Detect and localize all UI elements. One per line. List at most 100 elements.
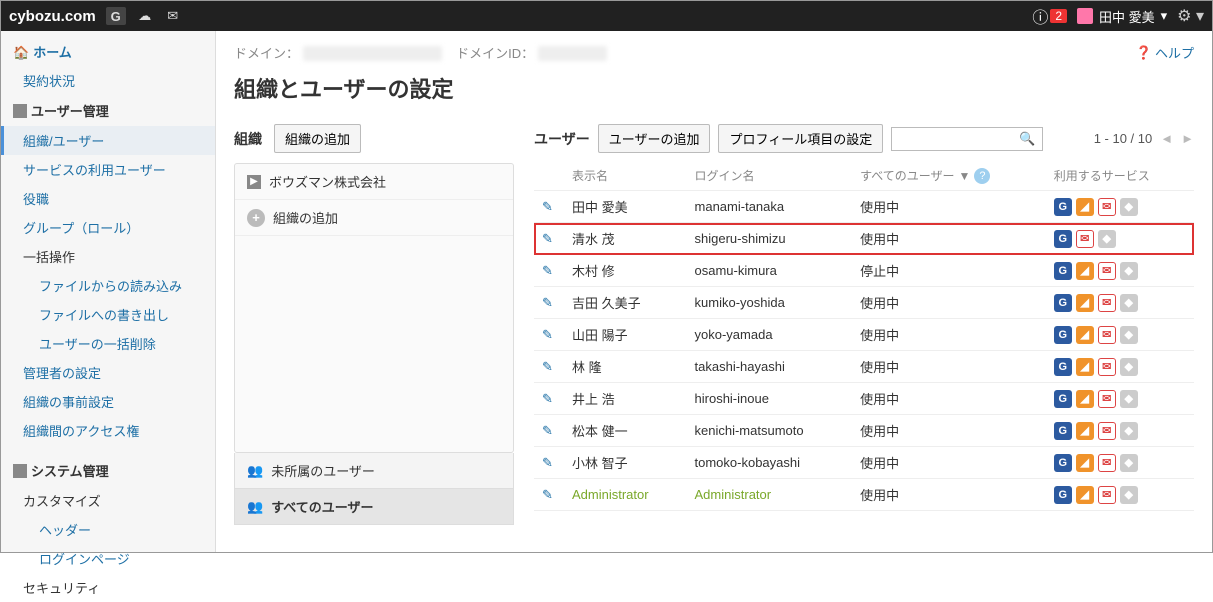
service-m-icon: ✉ <box>1098 358 1116 376</box>
sidebar-contract[interactable]: 契約状況 <box>1 66 215 95</box>
page-title: 組織とユーザーの設定 <box>234 72 1194 104</box>
user-status: 使用中 <box>852 479 1046 511</box>
user-menu[interactable]: 田中 愛美 ▾ <box>1077 7 1167 26</box>
table-row[interactable]: ✎ 井上 浩 hiroshi-inoue 使用中 G◢✉◆ <box>534 383 1194 415</box>
sidebar-login-page[interactable]: ログインページ <box>1 544 215 573</box>
edit-icon[interactable]: ✎ <box>542 359 553 374</box>
expand-icon[interactable]: ▶ <box>247 175 261 189</box>
sidebar-service-users[interactable]: サービスの利用ユーザー <box>1 155 215 184</box>
service-o-icon: ◢ <box>1076 358 1094 376</box>
mail-icon[interactable]: ✉ <box>164 7 182 25</box>
service-o-icon: ◢ <box>1076 326 1094 344</box>
edit-icon[interactable]: ✎ <box>542 231 553 246</box>
user-display-name[interactable]: 林 隆 <box>572 360 602 375</box>
sidebar-bulk[interactable]: 一括操作 <box>1 242 215 271</box>
user-login-name: kenichi-matsumoto <box>695 423 804 438</box>
table-row[interactable]: ✎ 木村 修 osamu-kimura 停止中 G◢✉◆ <box>534 255 1194 287</box>
main: ❓ヘルプ ドメイン： xxxxxx ドメインID： xxx 組織とユーザーの設定… <box>216 31 1212 552</box>
service-icons: G◢✉◆ <box>1054 262 1186 280</box>
add-org-button[interactable]: 組織の追加 <box>274 124 361 153</box>
edit-icon[interactable]: ✎ <box>542 487 553 502</box>
sidebar-positions[interactable]: 役職 <box>1 184 215 213</box>
edit-icon[interactable]: ✎ <box>542 263 553 278</box>
pager-prev[interactable]: ◄ <box>1160 131 1173 146</box>
table-row[interactable]: ✎ 吉田 久美子 kumiko-yoshida 使用中 G◢✉◆ <box>534 287 1194 319</box>
pager-next[interactable]: ► <box>1181 131 1194 146</box>
user-status: 使用中 <box>852 287 1046 319</box>
table-row[interactable]: ✎ 清水 茂 shigeru-shimizu 使用中 G✉◆ <box>534 223 1194 255</box>
sidebar-admin-settings[interactable]: 管理者の設定 <box>1 358 215 387</box>
org-add-inline[interactable]: + 組織の追加 <box>235 200 513 236</box>
table-row[interactable]: ✎ 松本 健一 kenichi-matsumoto 使用中 G◢✉◆ <box>534 415 1194 447</box>
sidebar-customize[interactable]: カスタマイズ <box>1 486 215 515</box>
unassigned-users[interactable]: 👥 未所属のユーザー <box>234 453 514 489</box>
service-icons: G◢✉◆ <box>1054 198 1186 216</box>
user-display-name[interactable]: 小林 智子 <box>572 456 628 471</box>
service-m-icon: ✉ <box>1098 390 1116 408</box>
th-login[interactable]: ログイン名 <box>687 161 853 191</box>
service-g-icon: G <box>1054 390 1072 408</box>
sidebar-home[interactable]: 🏠ホーム <box>1 37 215 66</box>
sidebar-org-presettings[interactable]: 組織の事前設定 <box>1 387 215 416</box>
help-link[interactable]: ❓ヘルプ <box>1136 43 1194 62</box>
user-display-name[interactable]: 吉田 久美子 <box>572 296 641 311</box>
user-display-name[interactable]: 田中 愛美 <box>572 200 628 215</box>
table-row[interactable]: ✎ 田中 愛美 manami-tanaka 使用中 G◢✉◆ <box>534 191 1194 223</box>
user-display-name[interactable]: Administrator <box>572 487 649 502</box>
cloud-icon[interactable]: ☁ <box>136 7 154 25</box>
user-display-name[interactable]: 木村 修 <box>572 264 615 279</box>
table-row[interactable]: ✎ Administrator Administrator 使用中 G◢✉◆ <box>534 479 1194 511</box>
edit-icon[interactable]: ✎ <box>542 295 553 310</box>
home-icon: 🏠 <box>13 45 29 60</box>
domain-label: ドメイン： <box>234 46 299 61</box>
service-icons: G◢✉◆ <box>1054 454 1186 472</box>
sidebar-header-link[interactable]: ヘッダー <box>1 515 215 544</box>
th-filter[interactable]: すべてのユーザー ▼ ? <box>852 161 1046 191</box>
square-icon <box>13 464 27 478</box>
service-icons: G◢✉◆ <box>1054 326 1186 344</box>
service-s-icon: ◆ <box>1120 198 1138 216</box>
org-root-item[interactable]: ▶ ボウズマン株式会社 <box>235 164 513 200</box>
edit-icon[interactable]: ✎ <box>542 423 553 438</box>
sidebar-org-access[interactable]: 組織間のアクセス権 <box>1 416 215 445</box>
table-row[interactable]: ✎ 林 隆 takashi-hayashi 使用中 G◢✉◆ <box>534 351 1194 383</box>
service-g-icon: G <box>1054 198 1072 216</box>
app-g-icon[interactable]: G <box>106 7 126 25</box>
service-s-icon: ◆ <box>1120 422 1138 440</box>
sidebar-groups[interactable]: グループ（ロール） <box>1 213 215 242</box>
sidebar-bulk-export[interactable]: ファイルへの書き出し <box>1 300 215 329</box>
sidebar-bulk-import[interactable]: ファイルからの読み込み <box>1 271 215 300</box>
all-users[interactable]: 👥 すべてのユーザー <box>234 489 514 525</box>
service-icons: G◢✉◆ <box>1054 390 1186 408</box>
help-label: ヘルプ <box>1155 43 1194 62</box>
th-display[interactable]: 表示名 <box>564 161 687 191</box>
sidebar-security[interactable]: セキュリティ <box>1 573 215 602</box>
add-user-button[interactable]: ユーザーの追加 <box>598 124 711 153</box>
user-display-name[interactable]: 山田 陽子 <box>572 328 628 343</box>
edit-icon[interactable]: ✎ <box>542 391 553 406</box>
notification-button[interactable]: ⓘ 2 <box>1032 4 1067 28</box>
edit-icon[interactable]: ✎ <box>542 199 553 214</box>
table-row[interactable]: ✎ 山田 陽子 yoko-yamada 使用中 G◢✉◆ <box>534 319 1194 351</box>
table-row[interactable]: ✎ 小林 智子 tomoko-kobayashi 使用中 G◢✉◆ <box>534 447 1194 479</box>
user-display-name[interactable]: 井上 浩 <box>572 392 615 407</box>
brand[interactable]: cybozu.com <box>9 8 96 25</box>
help-icon[interactable]: ? <box>974 168 990 184</box>
domain-value: xxxxxx <box>303 46 442 61</box>
gear-icon[interactable]: ⚙ ▾ <box>1177 6 1204 26</box>
notification-badge: 2 <box>1050 9 1067 23</box>
profile-fields-button[interactable]: プロフィール項目の設定 <box>718 124 883 153</box>
sidebar-user-mgmt-header: ユーザー管理 <box>1 95 215 126</box>
search-button[interactable]: 🔍 <box>1013 129 1041 149</box>
sidebar-org-users[interactable]: 組織/ユーザー <box>1 126 215 155</box>
user-login-name: hiroshi-inoue <box>695 391 769 406</box>
search-input[interactable] <box>893 129 1013 148</box>
user-display-name[interactable]: 清水 茂 <box>572 232 615 247</box>
service-icons: G✉◆ <box>1054 230 1186 248</box>
edit-icon[interactable]: ✎ <box>542 327 553 342</box>
service-m-icon: ✉ <box>1098 326 1116 344</box>
sidebar-bulk-delete[interactable]: ユーザーの一括削除 <box>1 329 215 358</box>
domain-id-label: ドメインID： <box>456 46 534 61</box>
user-display-name[interactable]: 松本 健一 <box>572 424 628 439</box>
edit-icon[interactable]: ✎ <box>542 455 553 470</box>
